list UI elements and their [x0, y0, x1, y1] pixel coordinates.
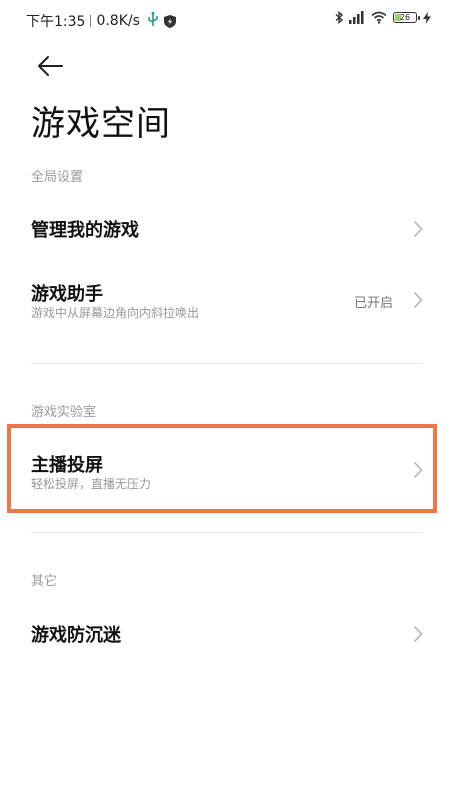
battery-level: 26: [399, 13, 411, 22]
battery-indicator: 26: [393, 12, 420, 23]
back-arrow-icon[interactable]: [36, 54, 64, 78]
status-time: 下午1:35: [26, 14, 86, 30]
divider: [31, 363, 422, 364]
status-separator: [90, 15, 92, 27]
shield-icon: [163, 14, 176, 28]
section-label-other: 其它: [31, 574, 58, 589]
item-subtitle: 游戏中从屏幕边角向内斜拉唤出: [31, 306, 200, 320]
section-label-lab: 游戏实验室: [31, 405, 97, 420]
signal-icon: [349, 11, 364, 24]
menu-item-game-assistant[interactable]: 游戏助手 游戏中从屏幕边角向内斜拉唤出 已开启: [0, 266, 453, 338]
status-bar: 下午1:35 0.8K/s 26: [0, 0, 453, 40]
item-title: 游戏防沉迷: [31, 625, 121, 646]
assistant-status-value: 已开启: [353, 296, 393, 311]
status-right: 26: [335, 11, 431, 24]
charging-bolt-icon: [423, 11, 431, 24]
page-title: 游戏空间: [31, 104, 171, 144]
divider: [31, 532, 422, 533]
section-label-global: 全局设置: [31, 170, 84, 185]
wifi-icon: [371, 11, 387, 24]
menu-item-anti-addiction[interactable]: 游戏防沉迷: [0, 600, 453, 666]
highlight-box: [7, 424, 437, 513]
chevron-right-icon: [413, 625, 423, 643]
chevron-right-icon: [413, 220, 423, 238]
bluetooth-icon: [335, 11, 343, 24]
usb-icon: [148, 12, 158, 30]
status-left: 下午1:35 0.8K/s: [26, 11, 176, 31]
item-title: 游戏助手: [31, 284, 103, 305]
item-title: 管理我的游戏: [31, 220, 139, 241]
chevron-right-icon: [413, 291, 423, 309]
menu-item-manage-games[interactable]: 管理我的游戏: [0, 195, 453, 261]
network-speed: 0.8K/s: [96, 13, 140, 29]
